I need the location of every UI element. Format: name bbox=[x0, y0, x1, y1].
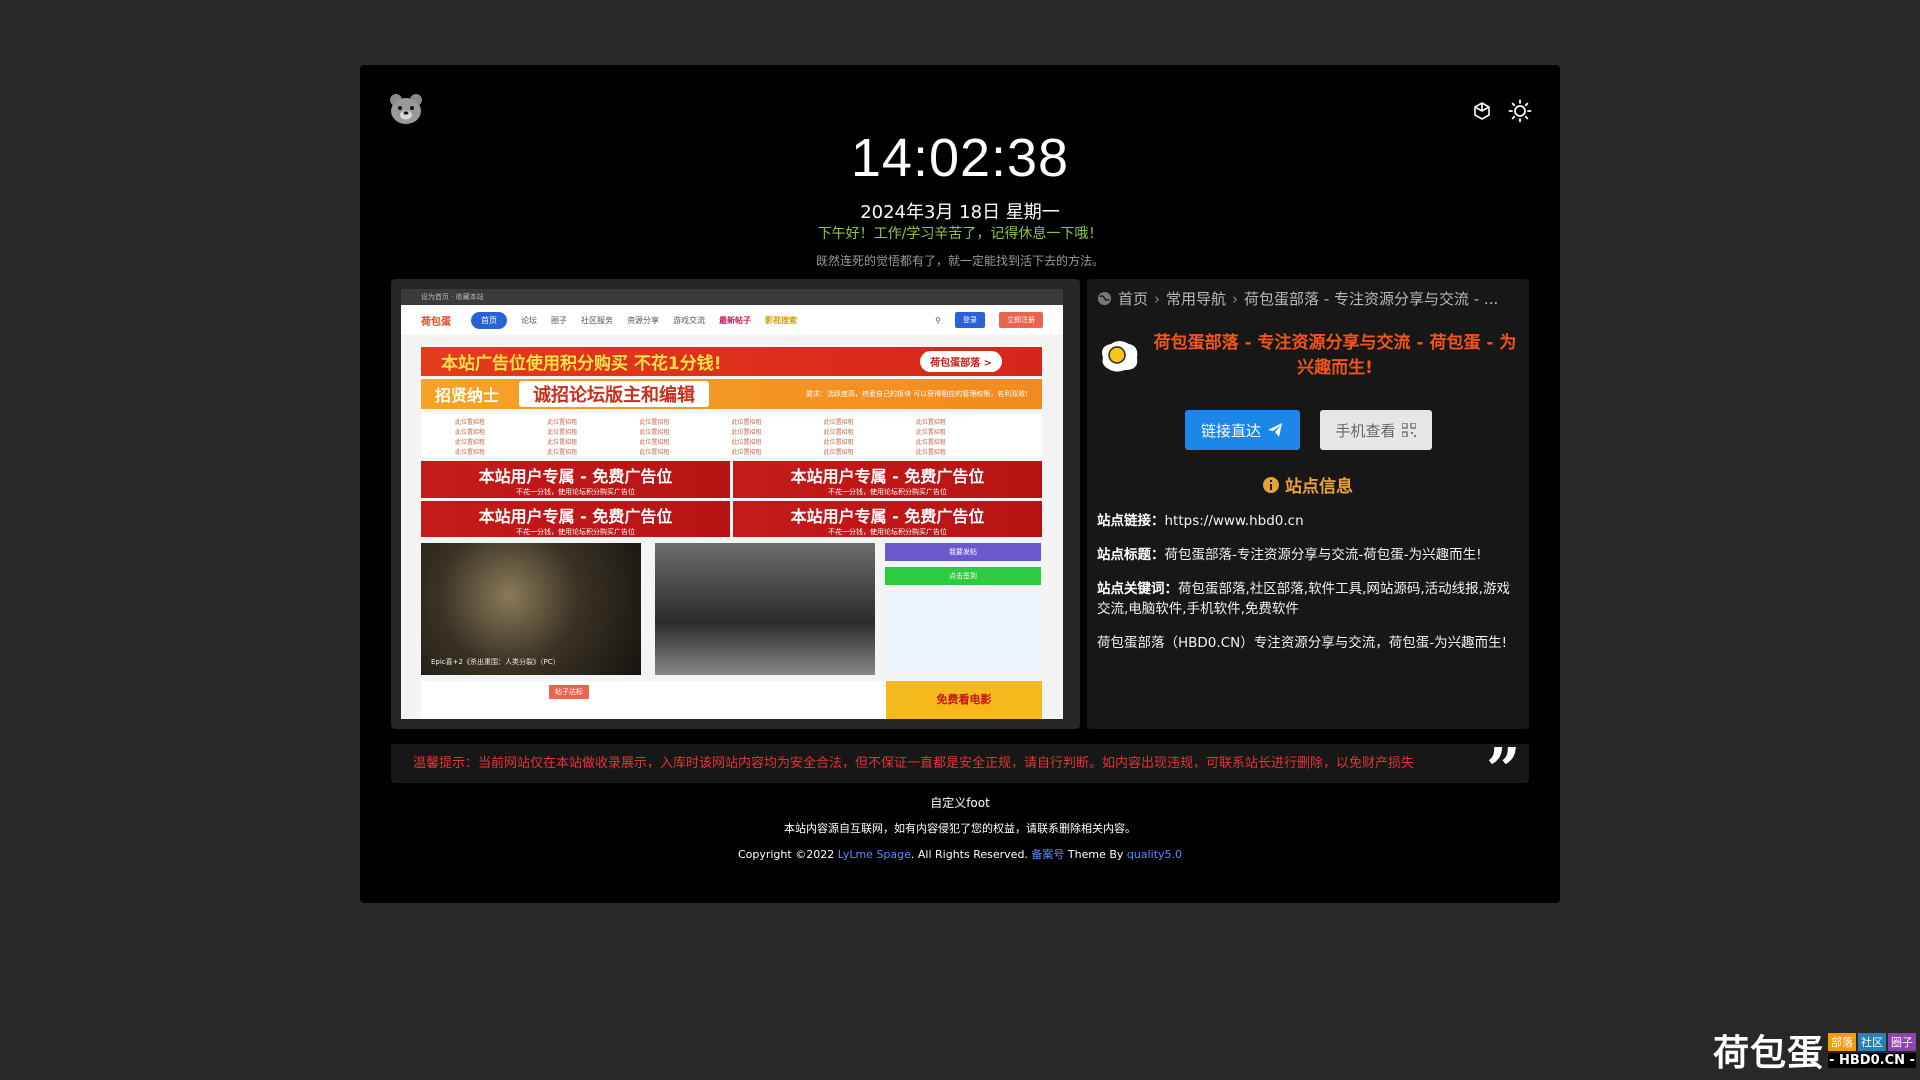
site-title: 荷包蛋部落 - 专注资源分享与交流 - 荷包蛋 - 为兴趣而生! bbox=[1153, 333, 1517, 378]
breadcrumb-current: 荷包蛋部落 - 专注资源分享与交流 - ... bbox=[1244, 290, 1499, 308]
site-header: 荷包蛋部落 - 专注资源分享与交流 - 荷包蛋 - 为兴趣而生! bbox=[1097, 331, 1519, 381]
preview-image: 设为首页 · 收藏本站 荷包蛋 首页 论坛 圈子 社区服务 资源分享 游戏交流 … bbox=[401, 289, 1063, 719]
site-keywords-row: 站点关键词：荷包蛋部落,社区部落,软件工具,网站源码,活动线报,游戏交流,电脑软… bbox=[1097, 581, 1510, 617]
preview-nav-item: 社区服务 bbox=[581, 315, 613, 325]
preview-ad: 本站用户专属 - 免费广告位 不花一分钱，使用论坛积分购买广告位 bbox=[421, 500, 730, 537]
site-title-row: 站点标题：荷包蛋部落-专注资源分享与交流-荷包蛋-为兴趣而生! bbox=[1097, 547, 1482, 563]
preview-link-grid: 此位置招租 此位置招租 此位置招租 此位置招租 此位置招租 此位置招租 此位置招租 此位置招… bbox=[421, 413, 1042, 457]
preview-banner-1: 本站广告位使用积分购买 不花1分钱! 荷包蛋部落 > bbox=[421, 347, 1042, 376]
preview-register: 立即注册 bbox=[999, 312, 1043, 328]
section-title: 站点信息 bbox=[1097, 472, 1519, 497]
quote-icon: ” bbox=[1486, 736, 1521, 806]
clock-date: 2024年3月 18日 星期一 bbox=[860, 202, 1060, 223]
footer-copyright: Copyright ©2022 LyLme Spage. All Rights … bbox=[737, 848, 1183, 861]
clock-time: 14:02:38 bbox=[850, 128, 1070, 188]
preview-ad: 本站用户专属 - 免费广告位 不花一分钱，使用论坛积分购买广告位 bbox=[733, 461, 1042, 498]
paper-plane-icon bbox=[1268, 423, 1282, 437]
preview-image-row: Epic喜+2《杀出重围：人类分裂》（PC） bbox=[421, 543, 881, 675]
info-icon bbox=[1263, 476, 1279, 493]
lylme-link[interactable]: LyLme Spage bbox=[838, 848, 911, 861]
preview-nav-item: 资源分享 bbox=[627, 315, 659, 325]
preview-nav: 荷包蛋 首页 论坛 圈子 社区服务 资源分享 游戏交流 最新帖子 影视搜索 ⚲ … bbox=[401, 305, 1063, 335]
preview-game-image: Epic喜+2《杀出重围：人类分裂》（PC） bbox=[421, 543, 641, 675]
watermark-logo: 荷包蛋 部落 社区 圈子 - HBD0.CN - bbox=[1712, 1032, 1916, 1074]
site-description: 荷包蛋部落（HBD0.CN）专注资源分享与交流，荷包蛋-为兴趣而生! bbox=[1097, 635, 1507, 651]
preview-ad: 本站用户专属 - 免费广告位 不花一分钱，使用论坛积分购买广告位 bbox=[421, 461, 730, 498]
preview-ad-grid: 本站用户专属 - 免费广告位 不花一分钱，使用论坛积分购买广告位 本站用户专属 -… bbox=[421, 461, 1042, 537]
preview-search-icon: ⚲ bbox=[935, 315, 941, 325]
top-icons bbox=[1472, 99, 1532, 123]
preview-bottom-strip: 帖子达标 免费看电影 bbox=[421, 681, 1042, 719]
site-preview[interactable]: 设为首页 · 收藏本站 荷包蛋 首页 论坛 圈子 社区服务 资源分享 游戏交流 … bbox=[391, 279, 1080, 729]
cube-icon[interactable] bbox=[1472, 101, 1492, 121]
direct-link-button[interactable]: 链接直达 bbox=[1184, 410, 1300, 450]
fried-egg-icon bbox=[1102, 341, 1138, 372]
footer-disclaimer: 本站内容源自互联网，如有内容侵犯了您的权益，请联系删除相关内容。 bbox=[784, 822, 1136, 835]
preview-nav-item: 游戏交流 bbox=[673, 315, 705, 325]
preview-sketch-image bbox=[655, 543, 875, 675]
breadcrumb: 首页 › 常用导航 › 荷包蛋部落 - 专注资源分享与交流 - ... bbox=[1097, 288, 1519, 309]
preview-banner-2: 招贤纳士 诚招论坛版主和编辑 要求：活跃度高，热爱自己的板块 可以获得相应的管理… bbox=[421, 379, 1042, 409]
preview-nav-item: 论坛 bbox=[521, 315, 537, 325]
beian-link[interactable]: 备案号 bbox=[1031, 848, 1064, 861]
motto-text: 既然连死的觉悟都有了，就一定能找到活下去的方法。 bbox=[815, 254, 1104, 268]
warning-notice: 温馨提示：当前网站仅在本站做收录展示，入库时该网站内容均为安全合法，但不保证一直… bbox=[391, 744, 1529, 783]
preview-ad: 本站用户专属 - 免费广告位 不花一分钱，使用论坛积分购买广告位 bbox=[733, 500, 1042, 537]
qrcode-icon bbox=[1401, 423, 1416, 437]
preview-side-col: 我要发帖 点击签到 bbox=[885, 543, 1041, 669]
footer-custom: 自定义foot bbox=[930, 796, 990, 810]
preview-nav-item: 影视搜索 bbox=[765, 315, 797, 325]
site-link-row: 站点链接：https://www.hbd0.cn bbox=[1097, 513, 1304, 529]
preview-topbar: 设为首页 · 收藏本站 bbox=[401, 289, 1063, 305]
preview-login: 登录 bbox=[955, 312, 985, 328]
action-buttons: 链接直达 手机查看 bbox=[1097, 410, 1519, 450]
preview-nav-item: 最新帖子 bbox=[719, 315, 751, 325]
main-card: 14:02:38 2024年3月 18日 星期一 下午好！工作/学习辛苦了，记得… bbox=[360, 65, 1560, 903]
greeting-text: 下午好！工作/学习辛苦了，记得休息一下哦！ bbox=[817, 226, 1103, 242]
sun-icon[interactable] bbox=[1508, 99, 1532, 123]
mobile-view-button[interactable]: 手机查看 bbox=[1319, 410, 1432, 450]
preview-nav-item: 圈子 bbox=[551, 315, 567, 325]
preview-logo: 荷包蛋 bbox=[421, 316, 451, 328]
bear-logo-icon[interactable] bbox=[389, 93, 423, 125]
site-link-value[interactable]: https://www.hbd0.cn bbox=[1165, 513, 1304, 529]
breadcrumb-category[interactable]: 常用导航 bbox=[1166, 288, 1226, 309]
breadcrumb-home[interactable]: 首页 bbox=[1118, 288, 1148, 309]
site-info-panel: 首页 › 常用导航 › 荷包蛋部落 - 专注资源分享与交流 - ... 荷包蛋部… bbox=[1087, 279, 1529, 729]
theme-link[interactable]: quality5.0 bbox=[1127, 848, 1182, 861]
preview-nav-item: 首页 bbox=[471, 311, 507, 329]
globe-icon bbox=[1097, 291, 1112, 306]
